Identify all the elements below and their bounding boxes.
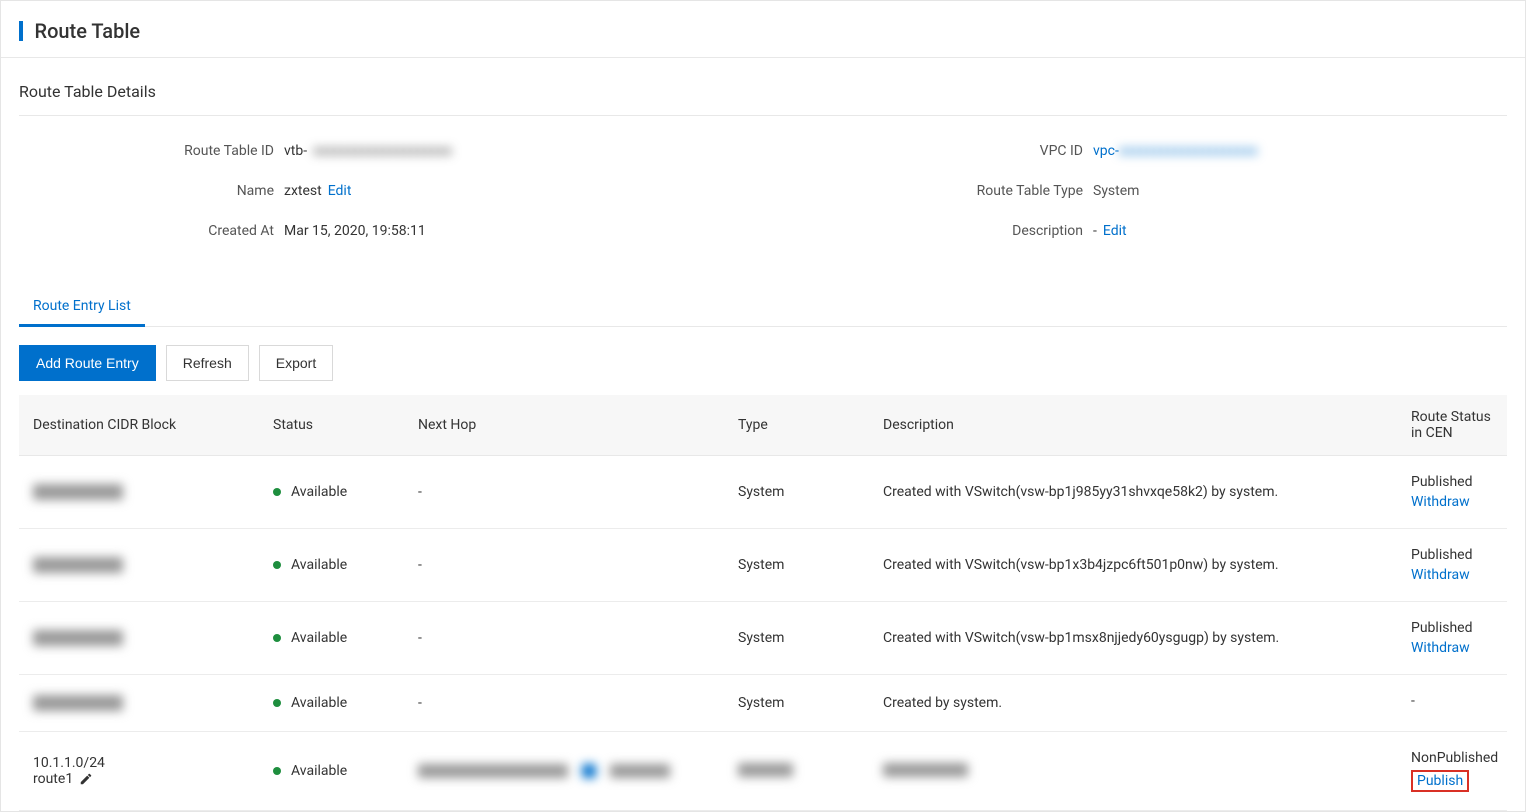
withdraw-link[interactable]: Withdraw <box>1411 567 1470 583</box>
status-text: Available <box>291 763 347 779</box>
cen-status-text: NonPublished <box>1411 750 1493 766</box>
cell-type: System <box>724 602 869 675</box>
status-dot-icon <box>273 699 281 707</box>
status-dot-icon <box>273 767 281 775</box>
cell-type: System <box>724 529 869 602</box>
cell-status: Available <box>259 529 404 602</box>
cell-next-hop: - <box>404 529 724 602</box>
table-row: Available-SystemCreated by system.- <box>19 675 1507 732</box>
table-row: Available -SystemCreated with VSwitch(vsw… <box>19 456 1507 529</box>
cen-status-text: - <box>1411 693 1493 709</box>
table-row: Available -SystemCreated with VSwitch(vsw… <box>19 602 1507 675</box>
value-vpc-id: vpc-xxxxxxxxxxxxxxxxxxxx <box>1093 143 1258 159</box>
cell-status: Available <box>259 602 404 675</box>
cell-cidr <box>19 456 259 529</box>
tab-route-entry-list[interactable]: Route Entry List <box>19 288 145 327</box>
route-entry-table: Destination CIDR Block Status Next Hop T… <box>19 395 1507 811</box>
cidr-name-row: route1 <box>33 771 245 787</box>
vpc-id-link[interactable]: vpc-xxxxxxxxxxxxxxxxxxxx <box>1093 143 1258 159</box>
label-created-at: Created At <box>19 223 284 239</box>
cell-description: Created with VSwitch(vsw-bp1j985yy31shvx… <box>869 456 1397 529</box>
cell-cidr <box>19 675 259 732</box>
cidr-value: 10.1.1.0/24 <box>33 755 245 771</box>
route-name: route1 <box>33 771 73 787</box>
cell-next-hop: - <box>404 456 724 529</box>
value-route-table-type: System <box>1093 183 1139 199</box>
export-button[interactable]: Export <box>259 345 333 381</box>
cell-description: Created with VSwitch(vsw-bp1x3b4jzpc6ft5… <box>869 529 1397 602</box>
col-status: Status <box>259 395 404 456</box>
highlight-box: Publish <box>1411 770 1469 792</box>
details-grid: Route Table ID vtb-xxxxxxxxxxxxxxxxxxxx … <box>19 140 1507 260</box>
tabs: Route Entry List <box>19 288 1507 327</box>
page-header: Route Table <box>1 1 1525 58</box>
edit-name-link[interactable]: Edit <box>328 183 352 199</box>
cell-next-hop <box>404 732 724 811</box>
pencil-icon[interactable] <box>79 772 93 786</box>
status-dot-icon <box>273 634 281 642</box>
table-row: 10.1.1.0/24route1 Available NonPublished P… <box>19 732 1507 811</box>
cell-cidr <box>19 602 259 675</box>
col-type: Type <box>724 395 869 456</box>
refresh-button[interactable]: Refresh <box>166 345 249 381</box>
cell-description <box>869 732 1397 811</box>
cell-cen-status: Published Withdraw <box>1397 456 1507 529</box>
status-text: Available <box>291 484 347 500</box>
cell-cidr <box>19 529 259 602</box>
label-route-table-type: Route Table Type <box>763 183 1093 199</box>
cell-cen-status: - <box>1397 675 1507 732</box>
status-text: Available <box>291 695 347 711</box>
label-description: Description <box>763 223 1093 239</box>
cell-cidr: 10.1.1.0/24route1 <box>19 732 259 811</box>
table-row: Available -SystemCreated with VSwitch(vsw… <box>19 529 1507 602</box>
withdraw-link[interactable]: Withdraw <box>1411 640 1470 656</box>
value-route-table-id: vtb-xxxxxxxxxxxxxxxxxxxx <box>284 143 452 159</box>
withdraw-link[interactable]: Withdraw <box>1411 494 1470 510</box>
label-vpc-id: VPC ID <box>763 143 1093 159</box>
add-route-entry-button[interactable]: Add Route Entry <box>19 345 156 381</box>
status-dot-icon <box>273 561 281 569</box>
cell-status: Available <box>259 675 404 732</box>
cell-cen-status: Published Withdraw <box>1397 602 1507 675</box>
cen-status-text: Published <box>1411 474 1493 490</box>
col-cen: Route Status in CEN <box>1397 395 1507 456</box>
cell-type <box>724 732 869 811</box>
label-route-table-id: Route Table ID <box>19 143 284 159</box>
status-text: Available <box>291 557 347 573</box>
col-description: Description <box>869 395 1397 456</box>
status-dot-icon <box>273 488 281 496</box>
cell-type: System <box>724 675 869 732</box>
cen-status-text: Published <box>1411 620 1493 636</box>
label-name: Name <box>19 183 284 199</box>
cell-cen-status: NonPublished Publish <box>1397 732 1507 811</box>
section-title-details: Route Table Details <box>19 82 1507 116</box>
value-created-at: Mar 15, 2020, 19:58:11 <box>284 223 426 239</box>
page-title: Route Table <box>34 19 140 43</box>
status-text: Available <box>291 630 347 646</box>
cell-next-hop: - <box>404 602 724 675</box>
cen-status-text: Published <box>1411 547 1493 563</box>
cell-status: Available <box>259 456 404 529</box>
toolbar: Add Route Entry Refresh Export <box>19 327 1507 395</box>
cell-type: System <box>724 456 869 529</box>
publish-link[interactable]: Publish <box>1417 773 1463 789</box>
edit-description-link[interactable]: Edit <box>1103 223 1127 239</box>
title-accent-bar <box>19 21 23 41</box>
cell-next-hop: - <box>404 675 724 732</box>
col-destination: Destination CIDR Block <box>19 395 259 456</box>
cell-cen-status: Published Withdraw <box>1397 529 1507 602</box>
cell-status: Available <box>259 732 404 811</box>
value-name: zxtest <box>284 183 322 199</box>
cell-description: Created with VSwitch(vsw-bp1msx8njjedy60… <box>869 602 1397 675</box>
col-next-hop: Next Hop <box>404 395 724 456</box>
cell-description: Created by system. <box>869 675 1397 732</box>
value-description: - <box>1093 223 1097 239</box>
